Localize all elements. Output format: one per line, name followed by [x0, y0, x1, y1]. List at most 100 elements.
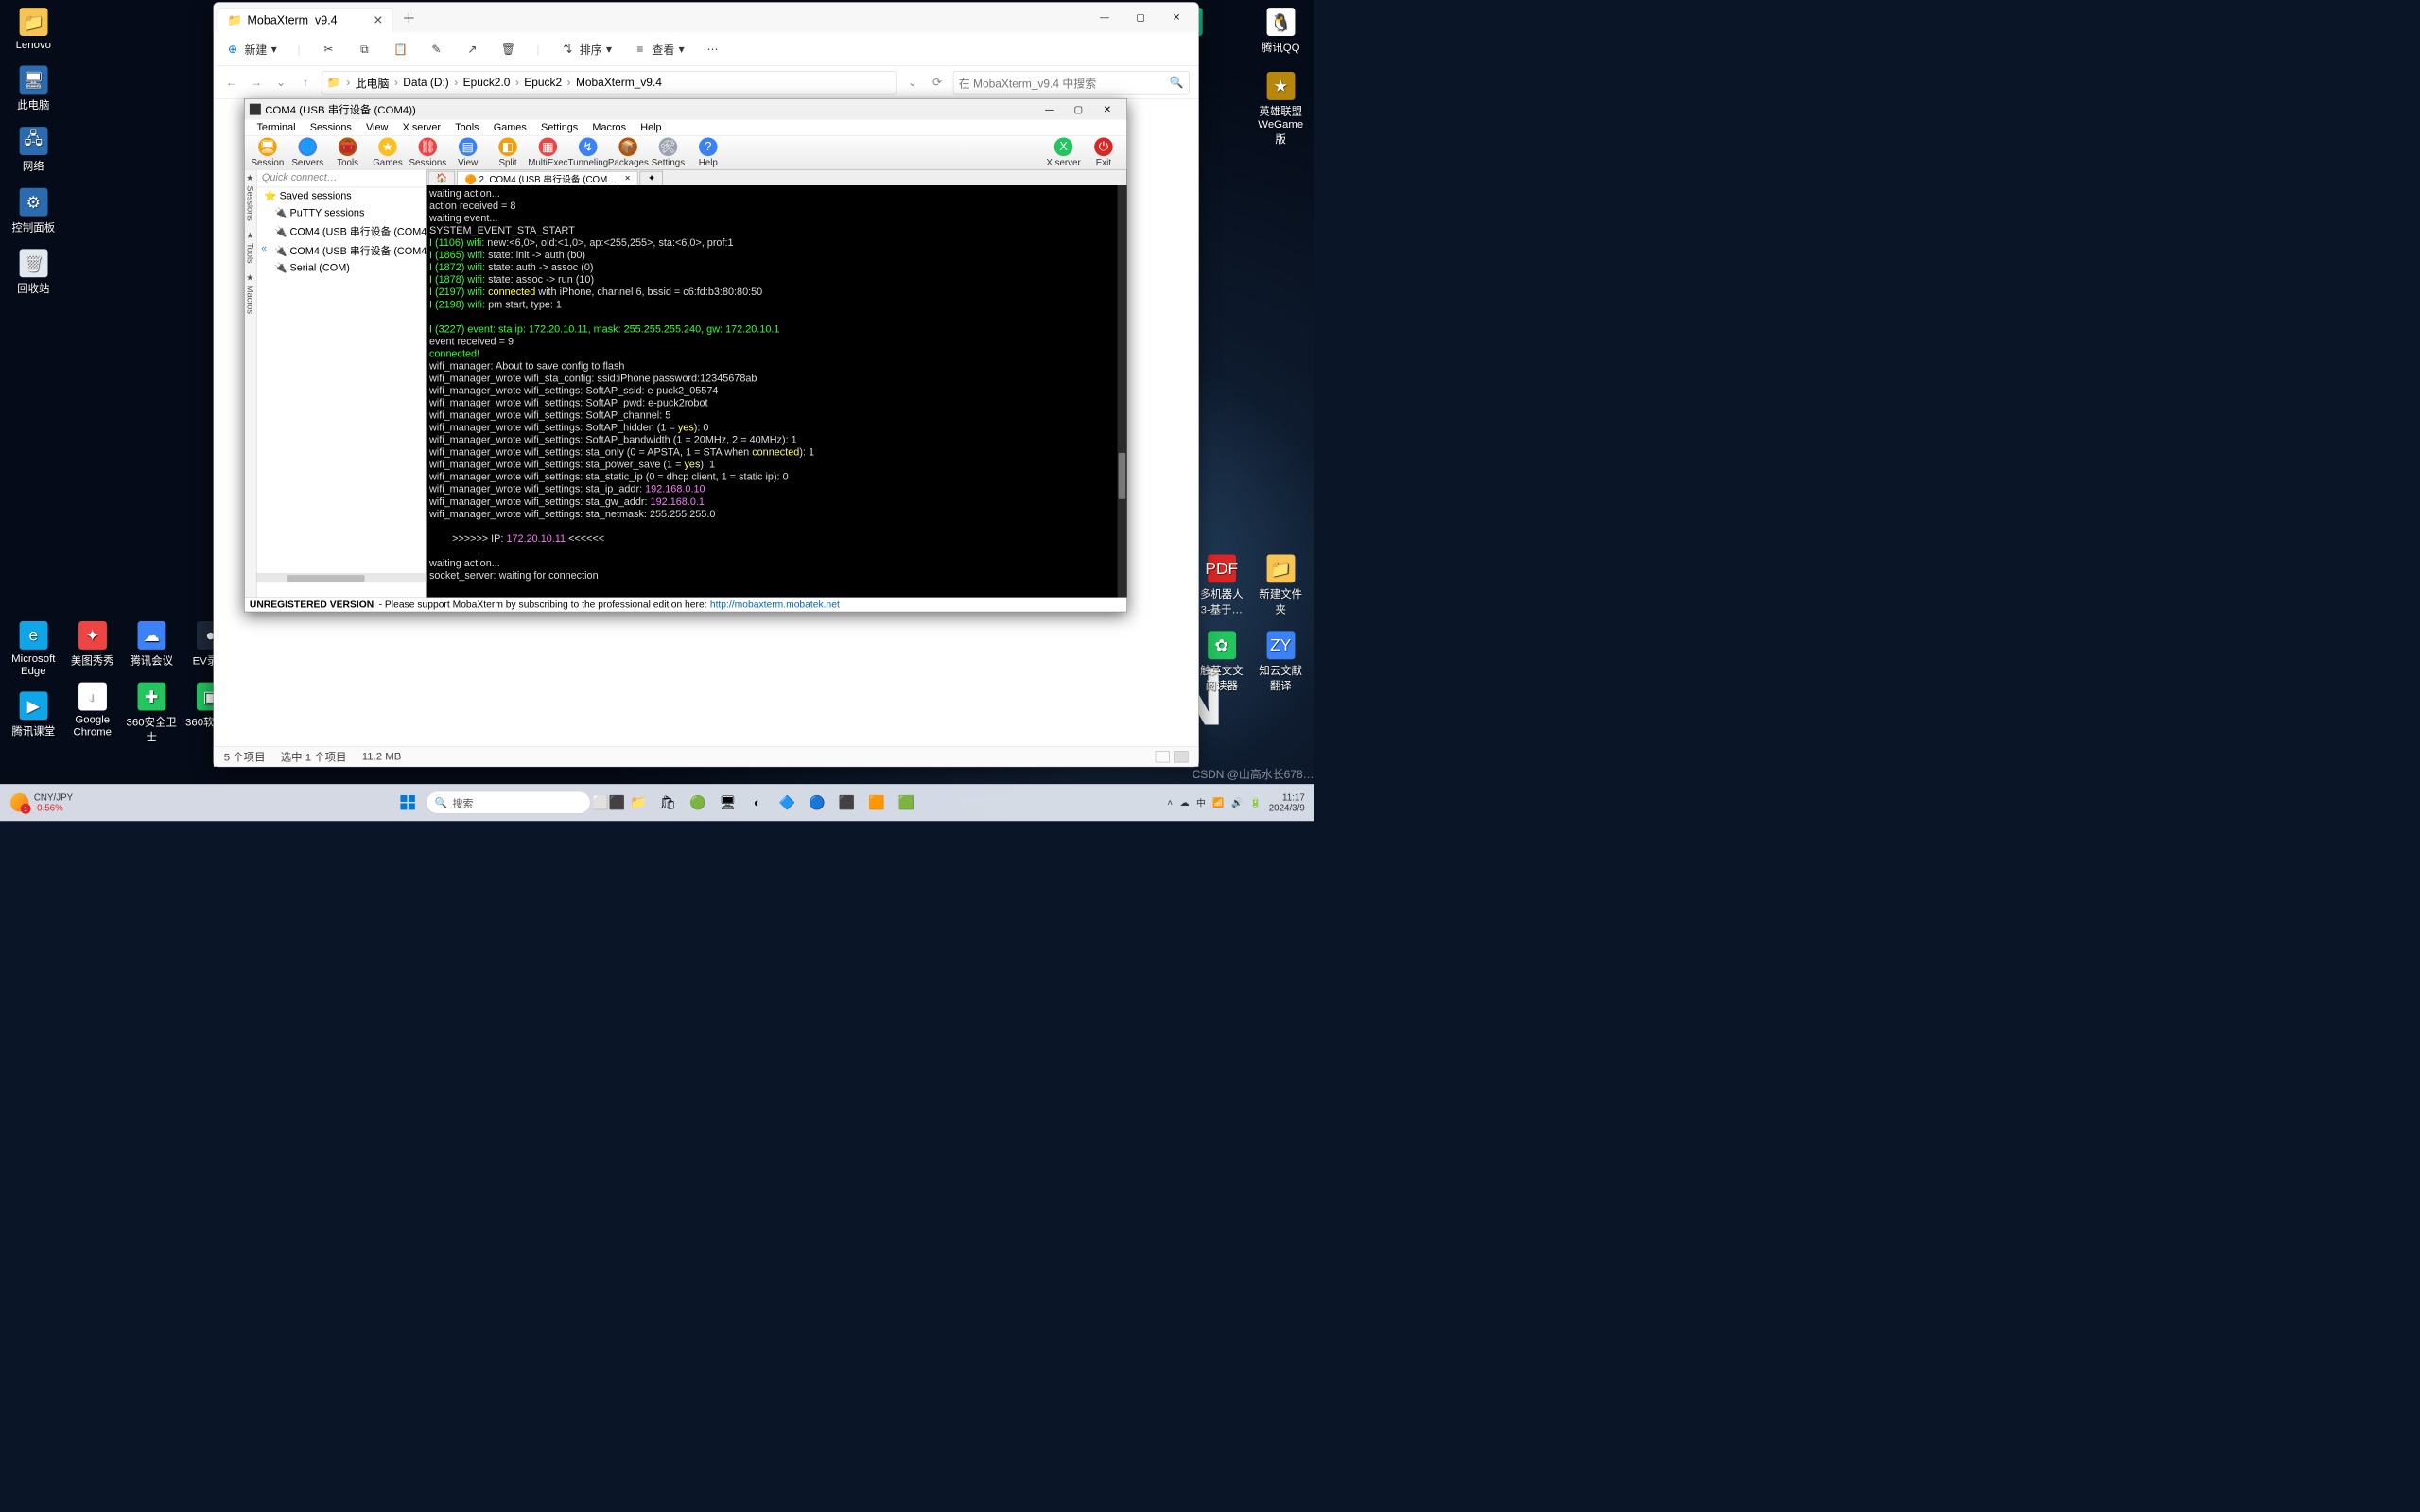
collapse-icon[interactable]: «: [258, 243, 270, 254]
maximize-button[interactable]: ▢: [1130, 12, 1151, 23]
close-button[interactable]: ✕: [1093, 99, 1122, 119]
view-grid-icon[interactable]: [1174, 751, 1188, 762]
menu-item[interactable]: Sessions: [304, 120, 357, 135]
desktop-icon[interactable]: ◐Google Chrome: [67, 683, 118, 739]
copy-icon[interactable]: ⧉: [357, 42, 372, 57]
share-icon[interactable]: ↗: [464, 42, 479, 57]
desktop-icon[interactable]: PDF多机器人 3-基于…: [1196, 554, 1247, 617]
delete-icon[interactable]: 🗑: [500, 42, 515, 57]
terminal-scrollbar[interactable]: [1118, 185, 1127, 597]
explorer-titlebar[interactable]: 📁 MobaXterm_v9.4 ✕ ＋ — ▢ ✕: [214, 3, 1198, 32]
breadcrumb-item[interactable]: Epuck2.0: [463, 76, 511, 89]
app-icon-5[interactable]: ⬛: [836, 791, 859, 814]
menu-item[interactable]: Help: [635, 120, 668, 135]
desktop-icon[interactable]: ⚙控制面板: [8, 188, 59, 235]
widget-text[interactable]: CNY/JPY -0.56%: [34, 792, 73, 813]
paste-icon[interactable]: 📋: [392, 42, 408, 57]
toolbar-view[interactable]: ▤View: [447, 138, 487, 168]
task-view-icon[interactable]: ⬜⬛: [598, 791, 620, 814]
breadcrumb-item[interactable]: Data (D:): [403, 76, 448, 89]
more-icon[interactable]: ⋯: [705, 42, 720, 57]
menu-item[interactable]: Settings: [534, 120, 583, 135]
app-icon-6[interactable]: 🟧: [865, 791, 888, 814]
menu-item[interactable]: Tools: [449, 120, 485, 135]
menu-item[interactable]: View: [359, 120, 393, 135]
weather-icon[interactable]: 1: [10, 793, 29, 812]
desktop-icon[interactable]: ☁腾讯会议: [126, 621, 177, 668]
terminal-output[interactable]: waiting action...action received = 8wait…: [427, 185, 1127, 597]
forward-button[interactable]: →: [248, 76, 265, 89]
desktop-icon[interactable]: 🖧网络: [8, 127, 59, 173]
cut-icon[interactable]: ✂: [321, 42, 336, 57]
menu-item[interactable]: Games: [487, 120, 532, 135]
toolbar-sessions[interactable]: ⛓Sessions: [408, 138, 447, 168]
close-tab-icon[interactable]: ✕: [374, 13, 383, 27]
moba-titlebar[interactable]: COM4 (USB 串行设备 (COM4)) — ▢ ✕: [244, 99, 1126, 120]
taskbar-search[interactable]: 🔍搜索: [426, 791, 590, 814]
desktop-icon[interactable]: ZY知云文献翻译: [1255, 631, 1306, 693]
terminal-tab[interactable]: 🏠: [428, 171, 455, 185]
ime-indicator[interactable]: 中: [1196, 796, 1206, 809]
desktop-icon[interactable]: ✦美图秀秀: [67, 621, 118, 668]
app-icon-4[interactable]: 🔷: [776, 791, 799, 814]
toolbar-tunneling[interactable]: ↯Tunneling: [568, 138, 608, 168]
app-icon-1[interactable]: 🛍: [657, 791, 680, 814]
tray-chevron-icon[interactable]: ˄: [1167, 797, 1173, 808]
toolbar-split[interactable]: ◧Split: [488, 138, 528, 168]
close-button[interactable]: ✕: [1166, 12, 1187, 23]
toolbar-tools[interactable]: 🧰Tools: [327, 138, 367, 168]
breadcrumb-dropdown[interactable]: ⌄: [904, 76, 921, 89]
app-icon-2[interactable]: 🟢: [687, 791, 709, 814]
new-button[interactable]: ⊕新建▾: [225, 41, 277, 57]
new-tab-button[interactable]: ＋: [402, 8, 415, 26]
menu-item[interactable]: Macros: [586, 120, 633, 135]
chevron-down-icon[interactable]: ⌄: [272, 76, 289, 89]
desktop-icon[interactable]: 📁新建文件夹: [1255, 554, 1306, 617]
tree-node[interactable]: 🔌 COM4 (USB 串行设备 (COM4)) (1: [257, 240, 427, 259]
desktop-icon[interactable]: 🐧腾讯QQ: [1255, 8, 1306, 54]
back-button[interactable]: ←: [223, 76, 240, 89]
search-input[interactable]: 在 MobaXterm_v9.4 中搜索 🔍: [953, 71, 1190, 94]
desktop-icon[interactable]: 🗑回收站: [8, 249, 59, 295]
tree-scrollbar-x[interactable]: [257, 574, 427, 583]
toolbar-x server[interactable]: XX server: [1043, 138, 1083, 168]
desktop-icon[interactable]: 🖥此电脑: [8, 66, 59, 113]
moba-side-tabs[interactable]: ★ Sessions★ Tools★ Macros: [244, 170, 256, 598]
desktop-icon[interactable]: ✿触英文文 阅读器: [1196, 631, 1247, 693]
minimize-button[interactable]: —: [1036, 99, 1064, 119]
desktop-icon[interactable]: eMicrosoft Edge: [8, 621, 59, 677]
toolbar-packages[interactable]: 📦Packages: [608, 138, 648, 168]
tree-node[interactable]: 🔌 Serial (COM): [257, 259, 427, 276]
menu-item[interactable]: Terminal: [251, 120, 302, 135]
toolbar-exit[interactable]: ⏻Exit: [1084, 138, 1123, 168]
tree-node[interactable]: 🔌 COM4 (USB 串行设备 (COM4)): [257, 221, 427, 240]
side-tab[interactable]: ★ Macros: [246, 272, 255, 314]
breadcrumb-item[interactable]: 此电脑: [356, 74, 390, 90]
desktop-icon[interactable]: ✚360安全卫士: [126, 683, 177, 745]
toolbar-games[interactable]: ★Games: [368, 138, 408, 168]
moba-link[interactable]: http://mobaxterm.mobatek.net: [710, 599, 840, 610]
app-icon-3[interactable]: 🖥: [717, 791, 740, 814]
terminal-tab[interactable]: 🟠 2. COM4 (USB 串行设备 (COM…×: [457, 171, 637, 185]
sort-button[interactable]: ⇅排序▾: [560, 41, 612, 57]
breadcrumb[interactable]: 📁› 此电脑›Data (D:)›Epuck2.0›Epuck2›MobaXte…: [322, 71, 897, 94]
new-terminal-tab[interactable]: ✦: [640, 171, 663, 185]
menu-item[interactable]: X server: [396, 120, 446, 135]
explorer-tab[interactable]: 📁 MobaXterm_v9.4 ✕: [218, 8, 392, 32]
refresh-button[interactable]: ⟳: [929, 76, 946, 89]
tree-root[interactable]: ⭐ Saved sessions: [257, 187, 427, 204]
breadcrumb-item[interactable]: Epuck2: [524, 76, 562, 89]
toolbar-settings[interactable]: 🛠Settings: [648, 138, 688, 168]
app-icon-7[interactable]: 🟩: [896, 791, 918, 814]
rename-icon[interactable]: ✎: [428, 42, 444, 57]
up-button[interactable]: ↑: [297, 76, 314, 89]
minimize-button[interactable]: —: [1094, 12, 1115, 23]
edge-taskbar-icon[interactable]: 🔵: [806, 791, 828, 814]
clock[interactable]: 11:172024/3/9: [1269, 792, 1305, 813]
tree-node[interactable]: 🔌 PuTTY sessions: [257, 204, 427, 221]
breadcrumb-item[interactable]: MobaXterm_v9.4: [576, 76, 662, 89]
tray-wifi-icon[interactable]: 📶: [1212, 797, 1224, 808]
view-button[interactable]: ≡查看▾: [633, 41, 685, 57]
desktop-icon[interactable]: ★英雄联盟 WeGame版: [1255, 72, 1306, 147]
tray-onedrive-icon[interactable]: ☁: [1180, 797, 1190, 808]
